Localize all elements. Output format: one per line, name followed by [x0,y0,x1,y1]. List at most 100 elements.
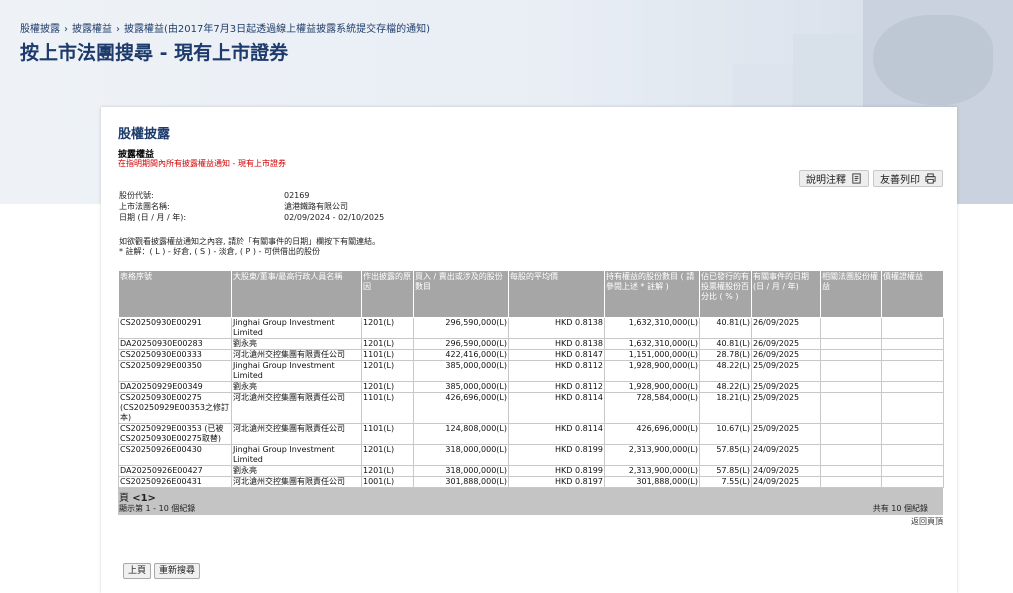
table-cell: 河北滄州交控集團有限責任公司 [231,423,362,445]
pager: 頁 <1> [119,489,156,504]
table-cell [881,381,944,393]
table-cell [881,444,944,466]
table-cell [820,317,882,339]
table-cell: 1001(L) [361,476,414,488]
section-title: 股權披露 [118,127,171,142]
table-cell: 河北滄州交控集團有限責任公司 [231,349,362,361]
pager-bar: 頁 <1> 顯示第 1 - 10 個紀錄 共有 10 個紀錄 [118,488,943,515]
table-cell: 河北滄州交控集團有限責任公司 [231,392,362,424]
disclosure-table-wrap: 表格序號 大股東/董事/最高行政人員名稱 作出披露的原因 買入 / 賣出或涉及的股份數… [118,270,944,527]
table-cell: HKD 0.8112 [508,360,605,382]
breadcrumb-item[interactable]: 披露權益(由2017年7月3日起透過線上權益披露系統提交存檔的通知) [124,24,430,35]
breadcrumb-separator: › [64,24,68,35]
table-cell [820,465,882,477]
table-cell: HKD 0.8199 [508,444,605,466]
column-header: 買入 / 賣出或涉及的股份數目 [413,270,509,318]
page-title: 按上市法團搜尋 - 現有上市證券 [20,42,289,64]
table-cell: HKD 0.8138 [508,338,605,350]
table-cell: DA20250929E00349 [118,381,232,393]
table-row: DA20250926E00427 劉永亮 1201(L) 318,000,000(L)… [118,465,944,477]
table-cell: Jinghai Group Investment Limited [231,444,362,466]
breadcrumb-item[interactable]: 股權披露 [20,24,60,35]
event-date-link[interactable]: 25/09/2025 [751,423,821,445]
sub-note: 在指明期間內所有披露權益通知 - 現有上市證券 [118,159,286,168]
table-cell: 2,313,900,000(L) [604,444,700,466]
table-row: CS20250930E00275 (CS20250929E00353之修訂本) 河… [118,392,944,424]
table-row: CS20250926E00431 河北滄州交控集團有限責任公司 1001(L) 301… [118,476,944,488]
meta-value: 滄港鐵路有限公司 [284,202,348,211]
records-shown: 顯示第 1 - 10 個紀錄 [119,504,196,513]
table-row: DA20250930E00283 劉永亮 1201(L) 296,590,000(L)… [118,338,944,350]
table-cell: DA20250926E00427 [118,465,232,477]
table-cell [820,444,882,466]
toolbar: 說明注釋 友善列印 [799,170,943,187]
table-cell: 2,313,900,000(L) [604,465,700,477]
records-total: 共有 10 個紀錄 [872,504,928,513]
column-header: 相關法團股份權益 [820,270,882,318]
print-friendly-button[interactable]: 友善列印 [873,170,943,187]
event-date-link[interactable]: 26/09/2025 [751,338,821,350]
column-header: 大股東/董事/最高行政人員名稱 [231,270,362,318]
table-cell: 1101(L) [361,392,414,424]
table-cell: 728,584,000(L) [604,392,700,424]
table-cell: 10.67(L) [699,423,752,445]
instruction-line: 如欲觀看披露權益通知之內容, 請於「有關事件的日期」欄按下有關連結。 [119,237,381,246]
table-cell: 57.85(L) [699,444,752,466]
table-cell [820,392,882,424]
event-date-link[interactable]: 24/09/2025 [751,444,821,466]
table-cell: 426,696,000(L) [413,392,509,424]
table-cell: 1201(L) [361,360,414,382]
previous-page-button[interactable]: 上頁 [123,563,152,579]
table-cell: 1201(L) [361,317,414,339]
meta-label: 股份代號: [119,191,154,200]
breadcrumb-separator: › [116,24,120,35]
breadcrumb-item[interactable]: 披露權益 [72,24,112,35]
table-cell [820,423,882,445]
table-cell: Jinghai Group Investment Limited [231,360,362,382]
column-header: 表格序號 [118,270,232,318]
event-date-link[interactable]: 24/09/2025 [751,476,821,488]
event-date-link[interactable]: 26/09/2025 [751,349,821,361]
table-cell: 48.22(L) [699,360,752,382]
event-date-link[interactable]: 25/09/2025 [751,360,821,382]
table-row: CS20250929E00350 Jinghai Group Investment… [118,360,944,382]
table-cell: CS20250929E00350 [118,360,232,382]
meta-row: 上市法團名稱: 滄港鐵路有限公司 [119,201,384,212]
table-cell: 7.55(L) [699,476,752,488]
table-cell: 1,928,900,000(L) [604,381,700,393]
event-date-link[interactable]: 25/09/2025 [751,381,821,393]
explain-notes-button[interactable]: 說明注釋 [799,170,869,187]
table-cell: 124,808,000(L) [413,423,509,445]
table-cell: HKD 0.8114 [508,392,605,424]
table-cell: 1,632,310,000(L) [604,317,700,339]
breadcrumb: 股權披露 › 披露權益 › 披露權益(由2017年7月3日起透過線上權益披露系統提交存檔… [20,20,430,35]
stock-meta: 股份代號: 02169 上市法團名稱: 滄港鐵路有限公司 日期 (日 / 月 /… [119,190,384,223]
table-cell: 1201(L) [361,381,414,393]
event-date-link[interactable]: 24/09/2025 [751,465,821,477]
table-cell: CS20250930E00275 (CS20250929E00353之修訂本) [118,392,232,424]
table-cell [881,392,944,424]
table-cell [881,360,944,382]
table-cell: CS20250926E00431 [118,476,232,488]
back-to-top-link[interactable]: 返回頁頂 [118,515,943,527]
meta-row: 日期 (日 / 月 / 年): 02/09/2024 - 02/10/2025 [119,212,384,223]
table-cell: CS20250930E00333 [118,349,232,361]
table-cell: 1101(L) [361,349,414,361]
table-cell: 劉永亮 [231,381,362,393]
explain-notes-label: 說明注釋 [806,175,846,186]
table-cell [820,338,882,350]
event-date-link[interactable]: 25/09/2025 [751,392,821,424]
table-cell: 385,000,000(L) [413,360,509,382]
disclosure-table: 表格序號 大股東/董事/最高行政人員名稱 作出披露的原因 買入 / 賣出或涉及的股份數… [118,270,944,488]
table-cell: 318,000,000(L) [413,444,509,466]
table-cell: 426,696,000(L) [604,423,700,445]
new-search-button[interactable]: 重新搜尋 [154,563,201,579]
table-cell [881,465,944,477]
event-date-link[interactable]: 26/09/2025 [751,317,821,339]
table-cell: HKD 0.8112 [508,381,605,393]
table-cell: HKD 0.8114 [508,423,605,445]
table-cell [820,381,882,393]
column-header: 債權證權益 [881,270,944,318]
table-cell: 18.21(L) [699,392,752,424]
banner-bull-image [873,15,993,105]
